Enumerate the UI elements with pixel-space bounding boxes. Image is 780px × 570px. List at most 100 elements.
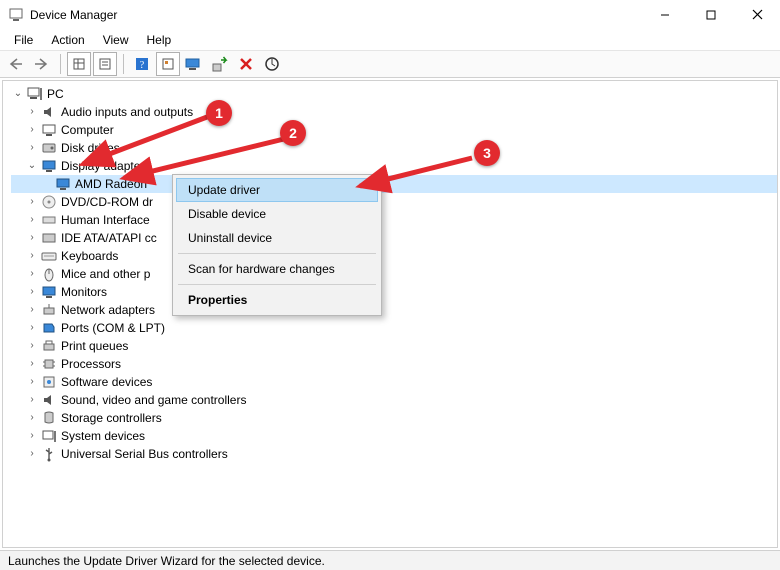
pc-icon xyxy=(27,86,43,102)
expand-icon[interactable]: › xyxy=(25,409,39,427)
tree-root[interactable]: ⌄ PC xyxy=(11,85,777,103)
tree-item-mice[interactable]: ›Mice and other p xyxy=(11,265,777,283)
tree-label: Ports (COM & LPT) xyxy=(61,319,165,337)
tree-root-label: PC xyxy=(47,85,64,103)
action-button[interactable] xyxy=(156,52,180,76)
expand-icon[interactable]: › xyxy=(25,139,39,157)
usb-icon xyxy=(41,446,57,462)
expand-icon[interactable]: › xyxy=(25,103,39,121)
tree-item-monitors[interactable]: › Monitors xyxy=(11,283,777,301)
display-adapter-icon xyxy=(41,158,57,174)
expand-icon[interactable]: › xyxy=(25,301,39,319)
ctx-scan-hardware[interactable]: Scan for hardware changes xyxy=(176,257,378,281)
tree-item-processors[interactable]: ›Processors xyxy=(11,355,777,373)
system-icon xyxy=(41,428,57,444)
expand-icon[interactable]: › xyxy=(25,391,39,409)
tree-item-disk[interactable]: › Disk drives xyxy=(11,139,777,157)
expand-icon[interactable]: › xyxy=(25,337,39,355)
window-title: Device Manager xyxy=(30,8,642,22)
expand-icon[interactable]: › xyxy=(25,229,39,247)
tree-item-network[interactable]: ›Network adapters xyxy=(11,301,777,319)
tree-label: AMD Radeon xyxy=(75,175,147,193)
toolbar: ? xyxy=(0,50,780,78)
ide-icon xyxy=(41,230,57,246)
status-bar: Launches the Update Driver Wizard for th… xyxy=(0,550,780,570)
scan-hardware-button[interactable] xyxy=(260,52,284,76)
update-driver-button[interactable] xyxy=(182,52,206,76)
tree-item-system[interactable]: ›System devices xyxy=(11,427,777,445)
tree-label: Software devices xyxy=(61,373,152,391)
expand-icon[interactable]: › xyxy=(25,265,39,283)
expand-icon[interactable]: › xyxy=(25,373,39,391)
expand-icon[interactable]: › xyxy=(25,427,39,445)
status-text: Launches the Update Driver Wizard for th… xyxy=(8,554,325,568)
tree-item-display-adapters[interactable]: ⌄Display adapters xyxy=(11,157,777,175)
tree-item-amd-radeon[interactable]: AMD Radeon xyxy=(11,175,777,193)
enable-button[interactable] xyxy=(208,52,232,76)
tree-label: Disk drives xyxy=(61,139,120,157)
expand-icon[interactable]: › xyxy=(25,193,39,211)
collapse-icon[interactable]: ⌄ xyxy=(11,85,25,103)
collapse-icon[interactable]: ⌄ xyxy=(25,157,39,175)
uninstall-button[interactable] xyxy=(234,52,258,76)
keyboard-icon xyxy=(41,248,57,264)
tree-label: Human Interface xyxy=(61,211,150,229)
show-hidden-button[interactable] xyxy=(67,52,91,76)
expand-icon[interactable]: › xyxy=(25,319,39,337)
ctx-update-driver[interactable]: Update driver xyxy=(176,178,378,202)
tree-item-usb[interactable]: › Universal Serial Bus controllers xyxy=(11,445,777,463)
maximize-button[interactable] xyxy=(688,0,734,30)
expand-icon[interactable]: › xyxy=(25,247,39,265)
title-bar: Device Manager xyxy=(0,0,780,30)
tree-item-hid[interactable]: › Human Interface xyxy=(11,211,777,229)
menu-action[interactable]: Action xyxy=(43,31,92,49)
menu-view[interactable]: View xyxy=(95,31,137,49)
minimize-button[interactable] xyxy=(642,0,688,30)
back-button[interactable] xyxy=(4,52,28,76)
tree-item-keyboards[interactable]: ›Keyboards xyxy=(11,247,777,265)
display-adapter-icon xyxy=(55,176,71,192)
menu-file[interactable]: File xyxy=(6,31,41,49)
annotation-badge-3: 3 xyxy=(474,140,500,166)
tree-label: IDE ATA/ATAPI cc xyxy=(61,229,157,247)
ctx-uninstall-device[interactable]: Uninstall device xyxy=(176,226,378,250)
properties-button[interactable] xyxy=(93,52,117,76)
ctx-disable-device[interactable]: Disable device xyxy=(176,202,378,226)
cpu-icon xyxy=(41,356,57,372)
dvd-icon xyxy=(41,194,57,210)
tree-item-audio[interactable]: › Audio inputs and outputs xyxy=(11,103,777,121)
expand-icon[interactable]: › xyxy=(25,355,39,373)
tree-item-print[interactable]: ›Print queues xyxy=(11,337,777,355)
mouse-icon xyxy=(41,266,57,282)
forward-button[interactable] xyxy=(30,52,54,76)
tree-item-ide[interactable]: › IDE ATA/ATAPI cc xyxy=(11,229,777,247)
close-button[interactable] xyxy=(734,0,780,30)
ports-icon xyxy=(41,320,57,336)
expand-icon[interactable]: › xyxy=(25,445,39,463)
device-tree[interactable]: ⌄ PC › Audio inputs and outputs › Computer… xyxy=(2,80,778,548)
tree-label: Computer xyxy=(61,121,114,139)
tree-label: Audio inputs and outputs xyxy=(61,103,193,121)
tree-item-ports[interactable]: › Ports (COM & LPT) xyxy=(11,319,777,337)
tree-item-dvd[interactable]: › DVD/CD-ROM dr xyxy=(11,193,777,211)
network-icon xyxy=(41,302,57,318)
svg-text:?: ? xyxy=(140,60,145,71)
tree-item-storage[interactable]: ›Storage controllers xyxy=(11,409,777,427)
computer-icon xyxy=(41,122,57,138)
tree-item-sound[interactable]: ›Sound, video and game controllers xyxy=(11,391,777,409)
hid-icon xyxy=(41,212,57,228)
annotation-badge-2: 2 xyxy=(280,120,306,146)
expand-icon[interactable]: › xyxy=(25,211,39,229)
expand-icon[interactable]: › xyxy=(25,121,39,139)
help-button[interactable]: ? xyxy=(130,52,154,76)
tree-item-software[interactable]: › Software devices xyxy=(11,373,777,391)
tree-label: Universal Serial Bus controllers xyxy=(61,445,228,463)
expand-icon[interactable]: › xyxy=(25,283,39,301)
tree-label: DVD/CD-ROM dr xyxy=(61,193,153,211)
menu-help[interactable]: Help xyxy=(139,31,180,49)
annotation-badge-1: 1 xyxy=(206,100,232,126)
disk-icon xyxy=(41,140,57,156)
tree-item-computer[interactable]: › Computer xyxy=(11,121,777,139)
tree-label: Monitors xyxy=(61,283,107,301)
ctx-properties[interactable]: Properties xyxy=(176,288,378,312)
